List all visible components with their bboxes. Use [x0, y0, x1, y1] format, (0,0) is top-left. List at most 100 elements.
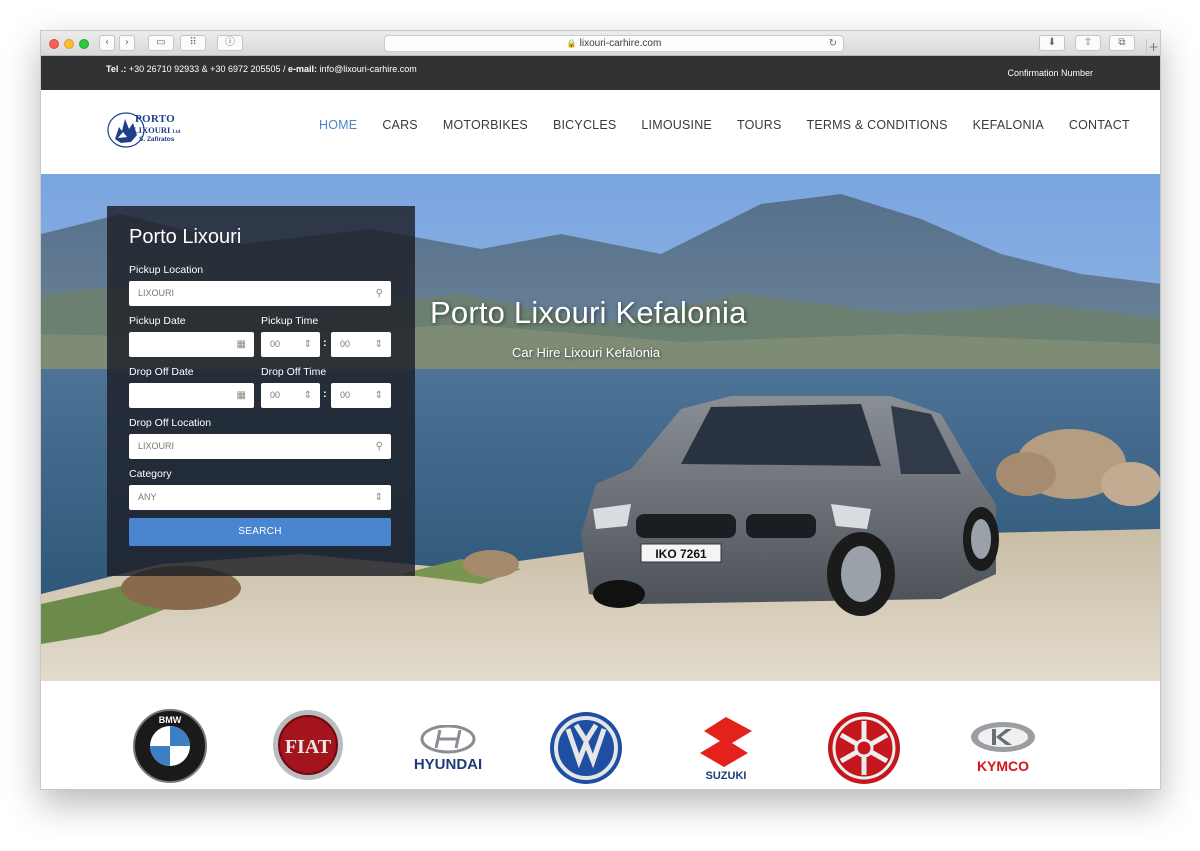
pickup-hour-select[interactable]: 00 ⇕	[261, 332, 320, 357]
url-text: lixouri-carhire.com	[579, 38, 662, 49]
chevron-right-icon: ›	[125, 37, 129, 48]
close-window-button[interactable]	[49, 39, 59, 49]
time-separator: :	[323, 337, 327, 349]
nav-kefalonia[interactable]: KEFALONIA	[973, 118, 1044, 132]
reload-icon[interactable]: ↻	[829, 36, 837, 51]
svg-text:FIAT: FIAT	[285, 736, 332, 758]
nav-home[interactable]: HOME	[319, 118, 357, 132]
hyundai-logo-icon[interactable]: HYUNDAI	[406, 725, 490, 773]
download-button[interactable]: ⬇	[1039, 35, 1065, 51]
dropoff-location-select[interactable]: LIXOURI ⚲	[129, 434, 391, 459]
pickup-hour-value: 00	[270, 339, 281, 349]
pickup-minute-select[interactable]: 00 ⇕	[331, 332, 391, 357]
sidebar-button[interactable]: ▭	[148, 35, 174, 51]
download-icon: ⬇	[1047, 37, 1057, 48]
back-button[interactable]: ‹	[99, 35, 115, 51]
hero-subtitle: Car Hire Lixouri Kefalonia	[512, 345, 661, 360]
browser-window: ‹ › ▭ ⠿ ⓘ 🔒 lixouri-carhire.com ↻ ⬇ ⇧ ⧉ +…	[40, 30, 1161, 790]
nav-cars[interactable]: CARS	[382, 118, 418, 132]
dropoff-minute-select[interactable]: 00 ⇕	[331, 383, 391, 408]
dropoff-minute-value: 00	[340, 390, 351, 400]
svg-text:SUZUKI: SUZUKI	[706, 770, 747, 781]
contact-bar: Tel .: +30 26710 92933 & +30 6972 205505…	[41, 56, 1160, 90]
share-icon: ⇧	[1083, 37, 1093, 48]
email-label: e-mail:	[288, 64, 318, 74]
calendar-icon: ▦	[236, 339, 246, 350]
dropoff-date-label: Drop Off Date	[129, 366, 194, 378]
svg-text:KYMCO: KYMCO	[977, 758, 1029, 774]
yamaha-logo-icon[interactable]	[826, 711, 902, 785]
svg-text:BMW: BMW	[159, 715, 182, 725]
tel-value[interactable]: +30 26710 92933 & +30 6972 205505 /	[129, 64, 286, 74]
forward-button[interactable]: ›	[119, 35, 135, 51]
nav-limousine[interactable]: LIMOUSINE	[641, 118, 712, 132]
hero-title: Porto Lixouri Kefalonia	[430, 295, 747, 330]
updown-arrows-icon: ⇕	[303, 339, 312, 350]
info-icon: ⓘ	[225, 37, 235, 48]
map-pin-icon: ⚲	[375, 288, 383, 299]
calendar-icon: ▦	[236, 390, 246, 401]
dropoff-location-label: Drop Off Location	[129, 417, 212, 429]
logo-text-owner: S. Zafiratos	[139, 136, 175, 143]
grid-icon: ⠿	[189, 37, 197, 48]
email-link[interactable]: info@lixouri-carhire.com	[320, 64, 417, 74]
pickup-time-label: Pickup Time	[261, 315, 319, 327]
volkswagen-logo-icon[interactable]	[548, 711, 624, 785]
pickup-location-value: LIXOURI	[138, 288, 175, 298]
pickup-date-label: Pickup Date	[129, 315, 186, 327]
nav-contact[interactable]: CONTACT	[1069, 118, 1130, 132]
updown-arrows-icon: ⇕	[374, 390, 383, 401]
address-bar[interactable]: 🔒 lixouri-carhire.com ↻	[384, 35, 844, 52]
logo-text-porto: PORTO	[135, 113, 176, 125]
site-logo[interactable]: PORTO LIXOURI Ltd S. Zafiratos	[107, 109, 187, 151]
category-value: ANY	[138, 492, 157, 502]
map-pin-icon: ⚲	[375, 441, 383, 452]
nav-terms[interactable]: TERMS & CONDITIONS	[807, 118, 948, 132]
updown-arrows-icon: ⇕	[374, 492, 383, 503]
share-button[interactable]: ⇧	[1075, 35, 1101, 51]
main-nav: HOME CARS MOTORBIKES BICYCLES LIMOUSINE …	[319, 118, 1155, 132]
tabs-icon: ⧉	[1118, 37, 1126, 48]
lock-icon: 🔒	[566, 39, 577, 48]
kymco-logo-icon[interactable]: KYMCO	[966, 721, 1040, 777]
hero-banner: IKO 7261 Porto Lixouri Kefalonia Car Hir…	[41, 174, 1160, 681]
pickup-location-select[interactable]: LIXOURI ⚲	[129, 281, 391, 306]
contact-info: Tel .: +30 26710 92933 & +30 6972 205505…	[106, 64, 417, 74]
suzuki-logo-icon[interactable]: SUZUKI	[696, 715, 756, 781]
category-label: Category	[129, 468, 172, 480]
pickup-date-input[interactable]: ▦	[129, 332, 254, 357]
site-header: PORTO LIXOURI Ltd S. Zafiratos HOME CARS…	[41, 90, 1160, 174]
category-select[interactable]: ANY ⇕	[129, 485, 391, 510]
pickup-minute-value: 00	[340, 339, 351, 349]
info-button[interactable]: ⓘ	[217, 35, 243, 51]
plus-icon: +	[1148, 40, 1159, 54]
tabs-grid-button[interactable]: ⠿	[180, 35, 206, 51]
license-plate: IKO 7261	[655, 547, 707, 561]
new-tab-button[interactable]: +	[1146, 39, 1160, 56]
search-button[interactable]: SEARCH	[129, 518, 391, 546]
tel-label: Tel .:	[106, 64, 127, 74]
dropoff-location-value: LIXOURI	[138, 441, 175, 451]
svg-text:HYUNDAI: HYUNDAI	[414, 756, 482, 773]
nav-motorbikes[interactable]: MOTORBIKES	[443, 118, 528, 132]
nav-tours[interactable]: TOURS	[737, 118, 782, 132]
logo-text-lixouri: LIXOURI Ltd	[133, 125, 181, 135]
browser-toolbar: ‹ › ▭ ⠿ ⓘ 🔒 lixouri-carhire.com ↻ ⬇ ⇧ ⧉ +	[41, 31, 1160, 56]
dropoff-hour-value: 00	[270, 390, 281, 400]
pickup-location-label: Pickup Location	[129, 264, 204, 276]
nav-bicycles[interactable]: BICYCLES	[553, 118, 616, 132]
dropoff-hour-select[interactable]: 00 ⇕	[261, 383, 320, 408]
tabs-overview-button[interactable]: ⧉	[1109, 35, 1135, 51]
dropoff-time-label: Drop Off Time	[261, 366, 327, 378]
dropoff-date-input[interactable]: ▦	[129, 383, 254, 408]
fiat-logo-icon[interactable]: FIAT	[271, 709, 345, 781]
sidebar-icon: ▭	[156, 37, 166, 48]
panel-title: Porto Lixouri	[129, 226, 242, 248]
chevron-left-icon: ‹	[105, 37, 109, 48]
minimize-window-button[interactable]	[64, 39, 74, 49]
updown-arrows-icon: ⇕	[374, 339, 383, 350]
zoom-window-button[interactable]	[79, 39, 89, 49]
bmw-logo-icon[interactable]: BMW	[131, 709, 209, 783]
updown-arrows-icon: ⇕	[303, 390, 312, 401]
confirmation-number-link[interactable]: Confirmation Number	[1007, 68, 1093, 78]
